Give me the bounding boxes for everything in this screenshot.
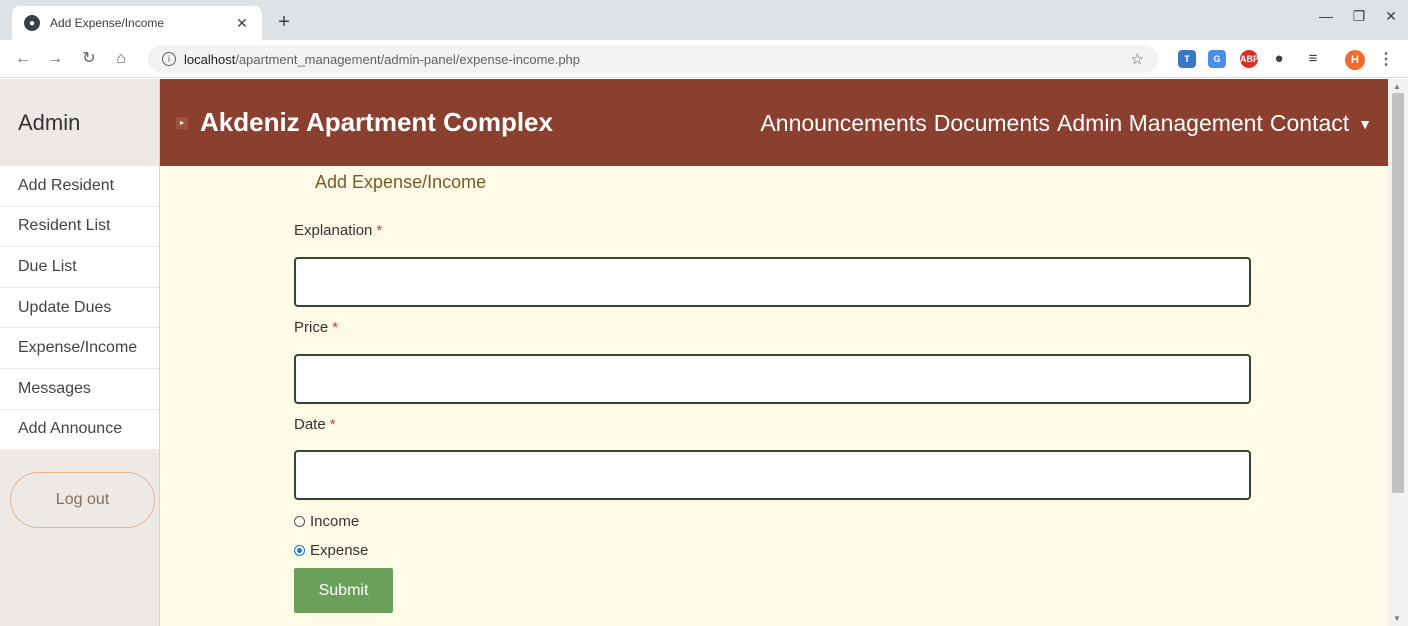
home-icon[interactable]: ⌂ <box>110 48 132 70</box>
browser-tabstrip: ● Add Expense/Income ✕ + — ❐ ✕ <box>0 0 1408 40</box>
date-label-text: Date <box>294 416 326 433</box>
explanation-input[interactable] <box>294 257 1251 307</box>
close-tab-icon[interactable]: ✕ <box>234 15 250 32</box>
extension-translate-icon[interactable]: T <box>1178 50 1196 68</box>
required-mark: * <box>376 222 383 239</box>
radio-income-label: Income <box>310 513 360 530</box>
radio-expense-label: Expense <box>310 542 369 559</box>
sidebar-item-update-dues[interactable]: Update Dues <box>0 288 159 329</box>
new-tab-icon[interactable]: + <box>272 10 296 34</box>
sidebar: Admin Add Resident Resident List Due Lis… <box>0 79 160 626</box>
date-label: Date * <box>294 416 336 433</box>
logout-button[interactable]: Log out <box>10 472 155 528</box>
page-title: Add Expense/Income <box>315 172 487 192</box>
nav-documents[interactable]: Documents <box>934 110 1050 137</box>
sidebar-item-expense-income[interactable]: Expense/Income <box>0 328 159 369</box>
sidebar-menu: Add Resident Resident List Due List Upda… <box>0 166 159 451</box>
sidebar-item-due-list[interactable]: Due List <box>0 247 159 288</box>
main-nav: Announcements Documents Admin Management… <box>760 110 1372 137</box>
date-input[interactable] <box>294 450 1251 500</box>
info-icon[interactable]: i <box>162 52 176 66</box>
extension-google-translate-icon[interactable]: G <box>1208 50 1226 68</box>
page-scrollbar[interactable]: ▲ ▼ <box>1388 79 1408 626</box>
scroll-down-icon[interactable]: ▼ <box>1393 614 1401 623</box>
scrollbar-thumb[interactable] <box>1392 93 1404 493</box>
browser-toolbar: ← → ↻ ⌂ i localhost/apartment_management… <box>0 40 1408 78</box>
submit-button[interactable]: Submit <box>294 568 393 613</box>
sidebar-item-add-resident[interactable]: Add Resident <box>0 166 159 207</box>
sidebar-item-add-announce[interactable]: Add Announce <box>0 410 159 451</box>
brand-title[interactable]: Akdeniz Apartment Complex <box>200 107 553 138</box>
required-mark: * <box>329 416 336 433</box>
bookmark-star-icon[interactable]: ☆ <box>1131 50 1144 68</box>
url-host: localhost <box>184 51 236 67</box>
url-path: /apartment_management/admin-panel/expens… <box>235 51 581 67</box>
nav-admin-management[interactable]: Admin Management <box>1057 110 1263 137</box>
extensions-puzzle-icon[interactable]: ● <box>1270 50 1288 68</box>
radio-expense[interactable] <box>294 545 305 556</box>
globe-icon: ● <box>24 15 40 31</box>
site-header: ▸ Akdeniz Apartment Complex Announcement… <box>160 79 1388 166</box>
sidebar-title: Admin <box>18 109 81 135</box>
price-label: Price * <box>294 319 338 336</box>
nav-contact[interactable]: Contact <box>1270 110 1349 137</box>
forward-icon[interactable]: → <box>44 48 66 70</box>
sidebar-toggle-icon[interactable]: ▸ <box>176 117 188 129</box>
reading-list-icon[interactable]: ≡ <box>1304 50 1322 68</box>
price-label-text: Price <box>294 319 329 336</box>
explanation-label-text: Explanation <box>294 222 373 239</box>
address-bar[interactable]: i localhost/apartment_management/admin-p… <box>148 45 1158 73</box>
scroll-up-icon[interactable]: ▲ <box>1393 82 1401 91</box>
radio-income[interactable] <box>294 516 305 527</box>
sidebar-item-resident-list[interactable]: Resident List <box>0 207 159 248</box>
browser-tab[interactable]: ● Add Expense/Income ✕ <box>12 6 262 40</box>
browser-menu-icon[interactable]: ⋮ <box>1378 49 1394 69</box>
restore-icon[interactable]: ❐ <box>1344 8 1374 25</box>
window-close-icon[interactable]: ✕ <box>1376 8 1406 25</box>
profile-avatar[interactable]: H <box>1345 50 1365 70</box>
tab-title: Add Expense/Income <box>50 16 165 30</box>
radio-expense-row[interactable]: Expense <box>294 542 368 559</box>
sidebar-item-messages[interactable]: Messages <box>0 369 159 410</box>
minimize-icon[interactable]: — <box>1311 8 1341 24</box>
reload-icon[interactable]: ↻ <box>78 48 100 70</box>
price-input[interactable] <box>294 354 1251 404</box>
nav-announcements[interactable]: Announcements <box>760 110 926 137</box>
explanation-label: Explanation * <box>294 222 382 239</box>
back-icon[interactable]: ← <box>12 48 34 70</box>
radio-income-row[interactable]: Income <box>294 513 359 530</box>
adblock-icon[interactable]: ABP <box>1240 50 1259 68</box>
chevron-down-icon[interactable]: ▼ <box>1358 116 1372 132</box>
main-content: Add Expense/Income Explanation * Price * D… <box>160 166 1388 626</box>
required-mark: * <box>332 319 339 336</box>
